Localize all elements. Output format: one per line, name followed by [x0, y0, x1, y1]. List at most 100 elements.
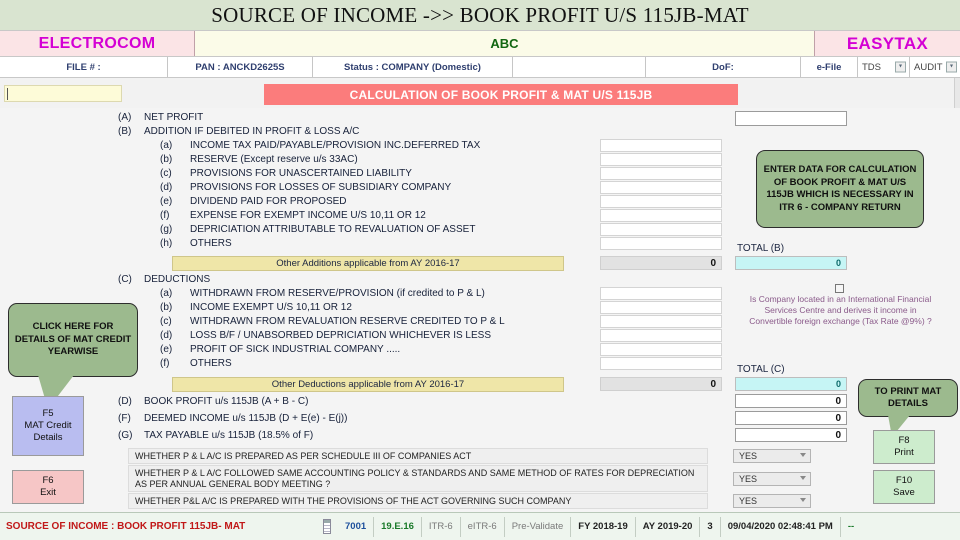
input-b-g[interactable] [600, 223, 722, 236]
grid-icon[interactable] [316, 517, 338, 537]
f10-save-button[interactable]: F10 Save [873, 470, 935, 504]
row-b-a: (a) INCOME TAX PAID/PAYABLE/PROVISION INC… [118, 140, 480, 151]
f5-key-label: F5 [42, 408, 54, 419]
row-key: (d) [160, 182, 173, 193]
answer-select-2-value: YES [739, 474, 758, 484]
row-b-h: (h) OTHERS [118, 238, 232, 249]
row-deductions-header: (C) DEDUCTIONS [118, 274, 210, 285]
top-yellow-input[interactable] [4, 85, 122, 102]
input-b-e[interactable] [600, 195, 722, 208]
audit-dropdown[interactable]: AUDIT ▾ [910, 57, 960, 77]
row-book-profit: (D) BOOK PROFIT u/s 115JB (A + B - C) [118, 396, 308, 407]
row-label: DEDUCTIONS [144, 274, 211, 285]
row-net-profit: (A) NET PROFIT [118, 112, 203, 123]
brand-electrocom-label: ELECTROCOM [38, 34, 156, 52]
pan-cell[interactable]: PAN : ANCKD2625S [168, 57, 313, 77]
status-eitr: eITR-6 [459, 516, 504, 537]
strip-other-additions-label: Other Additions applicable from AY 2016-… [276, 258, 460, 269]
client-name-cell[interactable]: ABC [195, 31, 815, 56]
input-c-b[interactable] [600, 301, 722, 314]
status-datetime: 09/04/2020 02:48:41 PM [719, 516, 840, 537]
input-c-e[interactable] [600, 343, 722, 356]
chevron-down-icon[interactable]: ▾ [946, 61, 957, 73]
answer-select-1[interactable]: YES [733, 449, 811, 463]
row-c-b: (b) INCOME EXEMPT U/S 10,11 OR 12 [118, 302, 352, 313]
row-label: DEPRICIATION ATTRIBUTABLE TO REVALUATION… [190, 224, 476, 235]
row-deemed-income: (F) DEEMED INCOME u/s 115JB (D + E(e) - E… [118, 413, 347, 424]
row-key: (a) [160, 288, 173, 299]
row-label: WITHDRAWN FROM RESERVE/PROVISION (if cre… [190, 288, 485, 299]
row-b-f: (f) EXPENSE FOR EXEMPT INCOME U/S 10,11 O… [118, 210, 426, 221]
status-bar: SOURCE OF INCOME : BOOK PROFIT 115JB- MA… [0, 512, 960, 540]
row-label: WITHDRAWN FROM REVALUATION RESERVE CREDI… [190, 316, 505, 327]
question-row-1: WHETHER P & L A/C IS PREPARED AS PER SCH… [128, 448, 708, 464]
answer-select-2[interactable]: YES [733, 472, 811, 486]
strip-other-deductions[interactable]: Other Deductions applicable from AY 2016… [172, 377, 564, 392]
input-b-a[interactable] [600, 139, 722, 152]
brand-electrocom: ELECTROCOM [0, 31, 195, 56]
ifsc-checkbox-label: Is Company located in an International F… [749, 294, 932, 326]
status-prevalidate[interactable]: Pre-Validate [503, 516, 571, 537]
row-b-b: (b) RESERVE (Except reserve u/s 33AC) [118, 154, 358, 165]
status-itr: ITR-6 [420, 516, 460, 537]
row-label: OTHERS [190, 238, 232, 249]
answer-select-3-value: YES [739, 496, 758, 506]
dof-cell[interactable]: DoF: [646, 57, 801, 77]
f6-text-label: Exit [40, 487, 56, 498]
input-b-d[interactable] [600, 181, 722, 194]
input-c-a[interactable] [600, 287, 722, 300]
input-c-c[interactable] [600, 315, 722, 328]
client-name-label: ABC [490, 36, 519, 51]
input-net-profit[interactable] [735, 111, 847, 126]
f10-text-label: Save [893, 487, 915, 498]
value-deemed-income: 0 [735, 411, 847, 425]
row-letter: (D) [118, 396, 132, 407]
row-label: DEEMED INCOME u/s 115JB (D + E(e) - E(j)… [144, 413, 348, 424]
brand-row: ELECTROCOM ABC EASYTAX [0, 30, 960, 56]
tds-label: TDS [862, 61, 881, 73]
input-c-d[interactable] [600, 329, 722, 342]
row-addition-header: (B) ADDITION IF DEBITED IN PROFIT & LOSS … [118, 126, 359, 137]
tds-dropdown[interactable]: TDS ▾ [858, 57, 910, 77]
chevron-down-icon [800, 498, 806, 502]
row-c-a: (a) WITHDRAWN FROM RESERVE/PROVISION (if … [118, 288, 485, 299]
total-c-value: 0 [735, 377, 847, 391]
input-b-c[interactable] [600, 167, 722, 180]
chevron-down-icon[interactable]: ▾ [895, 61, 906, 73]
status-cell[interactable]: Status : COMPANY (Domestic) [313, 57, 513, 77]
row-label: TAX PAYABLE u/s 115JB (18.5% of F) [144, 430, 314, 441]
answer-select-3[interactable]: YES [733, 494, 811, 508]
row-key: (c) [160, 168, 172, 179]
row-label: PROFIT OF SICK INDUSTRIAL COMPANY ..... [190, 344, 401, 355]
page-title: SOURCE OF INCOME ->> BOOK PROFIT U/S 115… [211, 2, 749, 27]
f8-print-button[interactable]: F8 Print [873, 430, 935, 464]
answer-select-1-value: YES [739, 451, 758, 461]
status-fy: FY 2018-19 [570, 516, 634, 537]
row-letter: (G) [118, 430, 133, 441]
callout-enter-data: ENTER DATA FOR CALCULATION OF BOOK PROFI… [756, 150, 924, 228]
row-key: (h) [160, 238, 173, 249]
row-key: (f) [160, 210, 170, 221]
status-count: 3 [699, 516, 719, 537]
f6-key-label: F6 [42, 475, 54, 486]
value-other-additions: 0 [600, 256, 722, 270]
row-label: INCOME TAX PAID/PAYABLE/PROVISION INC.DE… [190, 140, 481, 151]
input-c-f[interactable] [600, 357, 722, 370]
input-b-h[interactable] [600, 237, 722, 250]
callout-print-mat: TO PRINT MAT DETAILS [858, 379, 958, 417]
row-letter: (F) [118, 413, 131, 424]
blank-cell[interactable] [513, 57, 646, 77]
status-code: 7001 [345, 521, 367, 532]
strip-other-additions[interactable]: Other Additions applicable from AY 2016-… [172, 256, 564, 271]
value-other-deductions: 0 [600, 377, 722, 391]
row-b-c: (c) PROVISIONS FOR UNASCERTAINED LIABILIT… [118, 168, 412, 179]
file-number-cell[interactable]: FILE # : [0, 57, 168, 77]
ifsc-checkbox[interactable] [835, 284, 844, 293]
f6-exit-button[interactable]: F6 Exit [12, 470, 84, 504]
row-label: RESERVE (Except reserve u/s 33AC) [190, 154, 358, 165]
status-trailing: -- [839, 516, 861, 537]
efile-cell[interactable]: e-File [801, 57, 858, 77]
f5-mat-credit-details-button[interactable]: F5 MAT Credit Details [12, 396, 84, 456]
input-b-b[interactable] [600, 153, 722, 166]
input-b-f[interactable] [600, 209, 722, 222]
